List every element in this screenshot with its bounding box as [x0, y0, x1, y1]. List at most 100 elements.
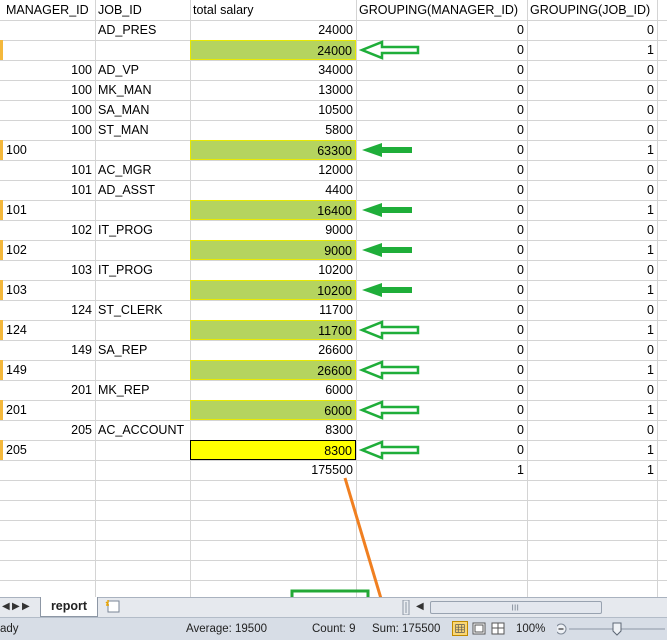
spreadsheet-grid[interactable]: MANAGER_ID JOB_ID total salary GROUPING(… [0, 0, 667, 597]
header-job-id[interactable]: JOB_ID [95, 0, 190, 20]
cell-total-salary[interactable]: 13000 [190, 80, 356, 100]
header-grouping-job-id[interactable]: GROUPING(JOB_ID) [527, 0, 657, 20]
cell-job-id[interactable]: SA_MAN [95, 100, 190, 120]
cell-grouping-job-id[interactable]: 1 [527, 280, 657, 300]
cell-total-salary[interactable]: 63300 [190, 140, 356, 160]
cell-job-id[interactable]: IT_PROG [95, 220, 190, 240]
cell-grouping-manager-id[interactable]: 0 [356, 120, 527, 140]
cell-total-salary[interactable]: 10200 [190, 260, 356, 280]
first-sheet-icon[interactable]: ◀ [2, 600, 10, 614]
cell-grouping-manager-id[interactable]: 0 [356, 40, 527, 60]
cell-job-id[interactable] [95, 400, 190, 420]
zoom-level[interactable]: 100% [516, 618, 545, 640]
cell-total-salary[interactable]: 26600 [190, 340, 356, 360]
cell-manager-id[interactable]: 100 [0, 100, 95, 120]
cell-grouping-job-id[interactable]: 0 [527, 220, 657, 240]
cell-total-salary[interactable]: 6000 [190, 380, 356, 400]
cell-job-id[interactable] [95, 360, 190, 380]
page-break-view-icon[interactable] [490, 621, 506, 636]
cell-manager-id[interactable]: 149 [0, 340, 95, 360]
cell-total-salary[interactable]: 26600 [190, 360, 356, 380]
cell-total-salary[interactable]: 5800 [190, 120, 356, 140]
cell-grouping-manager-id[interactable]: 0 [356, 440, 527, 460]
cell-total-salary[interactable]: 11700 [190, 320, 356, 340]
cell-total-salary[interactable]: 6000 [190, 400, 356, 420]
cell-job-id[interactable]: MK_REP [95, 380, 190, 400]
cell-total-salary[interactable]: 34000 [190, 60, 356, 80]
cell-job-id[interactable] [95, 460, 190, 480]
cell-grouping-job-id[interactable]: 1 [527, 140, 657, 160]
cell-grouping-job-id[interactable]: 0 [527, 120, 657, 140]
cell-manager-id[interactable]: 100 [0, 140, 95, 160]
cell-grouping-manager-id[interactable]: 0 [356, 360, 527, 380]
cell-grouping-job-id[interactable]: 0 [527, 160, 657, 180]
cell-grouping-job-id[interactable]: 1 [527, 440, 657, 460]
cell-grouping-manager-id[interactable]: 0 [356, 220, 527, 240]
cell-manager-id[interactable] [0, 20, 95, 40]
cell-grouping-job-id[interactable]: 1 [527, 240, 657, 260]
cell-grouping-manager-id[interactable]: 0 [356, 300, 527, 320]
cell-grouping-manager-id[interactable]: 0 [356, 400, 527, 420]
cell-manager-id[interactable]: 124 [0, 300, 95, 320]
cell-grouping-job-id[interactable]: 0 [527, 100, 657, 120]
cell-job-id[interactable]: AD_ASST [95, 180, 190, 200]
cell-grouping-manager-id[interactable]: 1 [356, 460, 527, 480]
cell-grouping-job-id[interactable]: 1 [527, 320, 657, 340]
cell-grouping-job-id[interactable]: 0 [527, 260, 657, 280]
cell-grouping-manager-id[interactable]: 0 [356, 80, 527, 100]
cell-job-id[interactable] [95, 320, 190, 340]
cell-total-salary[interactable]: 4400 [190, 180, 356, 200]
cell-grouping-job-id[interactable]: 0 [527, 80, 657, 100]
cell-job-id[interactable]: AC_MGR [95, 160, 190, 180]
cell-grouping-job-id[interactable]: 0 [527, 20, 657, 40]
cell-manager-id[interactable]: 103 [0, 260, 95, 280]
cell-job-id[interactable] [95, 140, 190, 160]
cell-grouping-job-id[interactable]: 1 [527, 200, 657, 220]
cell-grouping-job-id[interactable]: 1 [527, 360, 657, 380]
cell-job-id[interactable]: ST_MAN [95, 120, 190, 140]
cell-total-salary[interactable]: 8300 [190, 420, 356, 440]
cell-grouping-manager-id[interactable]: 0 [356, 280, 527, 300]
cell-total-salary[interactable]: 9000 [190, 220, 356, 240]
cell-manager-id[interactable] [0, 460, 95, 480]
cell-grouping-manager-id[interactable]: 0 [356, 200, 527, 220]
cell-job-id[interactable]: IT_PROG [95, 260, 190, 280]
scroll-left-icon[interactable]: ◀ [416, 600, 424, 614]
cell-manager-id[interactable]: 100 [0, 80, 95, 100]
cell-job-id[interactable] [95, 440, 190, 460]
header-manager-id[interactable]: MANAGER_ID [0, 0, 95, 20]
cell-manager-id[interactable]: 101 [0, 180, 95, 200]
cell-grouping-job-id[interactable]: 0 [527, 300, 657, 320]
cell-grouping-job-id[interactable]: 1 [527, 400, 657, 420]
cell-total-salary[interactable]: 16400 [190, 200, 356, 220]
insert-sheet-icon[interactable] [104, 600, 122, 614]
cell-grouping-manager-id[interactable]: 0 [356, 140, 527, 160]
cell-job-id[interactable] [95, 280, 190, 300]
cell-grouping-job-id[interactable]: 0 [527, 380, 657, 400]
cell-total-salary[interactable]: 24000 [190, 20, 356, 40]
cell-manager-id[interactable]: 124 [0, 320, 95, 340]
cell-grouping-job-id[interactable]: 0 [527, 60, 657, 80]
cell-grouping-manager-id[interactable]: 0 [356, 320, 527, 340]
cell-grouping-job-id[interactable]: 1 [527, 460, 657, 480]
cell-grouping-job-id[interactable]: 0 [527, 180, 657, 200]
cell-job-id[interactable]: AD_PRES [95, 20, 190, 40]
cell-manager-id[interactable]: 102 [0, 220, 95, 240]
cell-grouping-manager-id[interactable]: 0 [356, 340, 527, 360]
cell-job-id[interactable] [95, 200, 190, 220]
cell-manager-id[interactable]: 101 [0, 200, 95, 220]
cell-job-id[interactable]: AD_VP [95, 60, 190, 80]
cell-manager-id[interactable]: 205 [0, 440, 95, 460]
cell-total-salary[interactable]: 9000 [190, 240, 356, 260]
page-layout-view-icon[interactable] [471, 621, 487, 636]
cell-grouping-job-id[interactable]: 1 [527, 40, 657, 60]
cell-total-salary[interactable]: 8300 [190, 440, 356, 460]
cell-total-salary[interactable]: 175500 [190, 460, 356, 480]
cell-grouping-manager-id[interactable]: 0 [356, 60, 527, 80]
cell-total-salary[interactable]: 10500 [190, 100, 356, 120]
normal-view-icon[interactable] [452, 621, 468, 636]
zoom-slider[interactable] [557, 622, 667, 636]
scrollbar-thumb[interactable] [430, 601, 602, 614]
cell-total-salary[interactable]: 12000 [190, 160, 356, 180]
header-grouping-manager-id[interactable]: GROUPING(MANAGER_ID) [356, 0, 527, 20]
